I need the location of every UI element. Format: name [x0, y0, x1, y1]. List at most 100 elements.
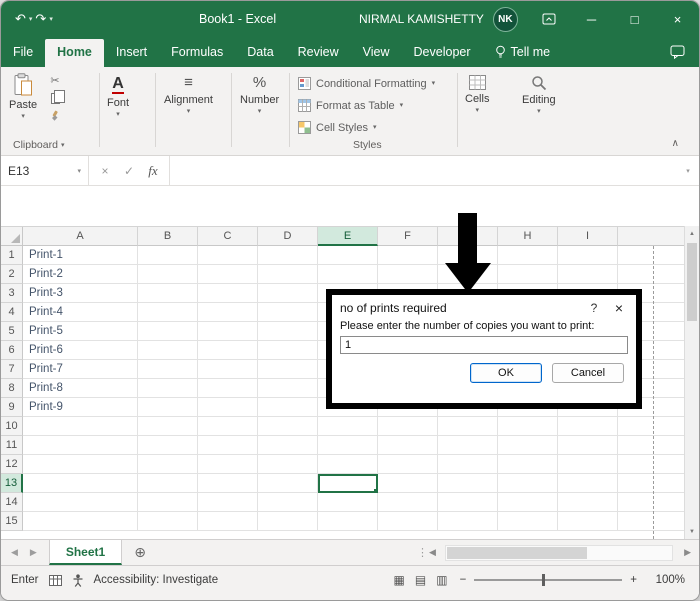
zoom-out-icon[interactable]: −	[460, 574, 467, 586]
cells-group-button[interactable]: Cells ▾	[465, 75, 489, 113]
cell-C3[interactable]	[198, 284, 258, 303]
hscroll-left-icon[interactable]: ◀	[429, 547, 436, 558]
tab-file[interactable]: File	[1, 39, 45, 67]
tab-tell-me[interactable]: Tell me	[483, 39, 563, 67]
tab-scroll-divider-icon[interactable]: ⋮	[417, 546, 428, 559]
cell-C6[interactable]	[198, 341, 258, 360]
dialog-close-icon[interactable]: ×	[606, 300, 632, 316]
minimize-button[interactable]: ─	[570, 1, 613, 37]
ok-button[interactable]: OK	[470, 363, 542, 383]
cell-C9[interactable]	[198, 398, 258, 417]
insert-function-icon[interactable]: fx	[141, 163, 165, 179]
row-header-9[interactable]: 9	[1, 398, 23, 417]
cell-I1[interactable]	[558, 246, 618, 265]
zoom-slider-thumb[interactable]	[542, 574, 545, 586]
cell-I2[interactable]	[558, 265, 618, 284]
horizontal-scrollbar-thumb[interactable]	[447, 547, 587, 559]
tab-data[interactable]: Data	[235, 39, 285, 67]
row-header-11[interactable]: 11	[1, 436, 23, 455]
row-header-2[interactable]: 2	[1, 265, 23, 284]
zoom-in-icon[interactable]: +	[630, 574, 637, 586]
cell-A10[interactable]	[23, 417, 138, 436]
cell-D1[interactable]	[258, 246, 318, 265]
cell-D8[interactable]	[258, 379, 318, 398]
vertical-scrollbar-thumb[interactable]	[687, 243, 697, 321]
paste-dropdown-icon[interactable]: ▾	[21, 114, 25, 119]
cell-A13[interactable]	[23, 474, 138, 493]
cell-E10[interactable]	[318, 417, 378, 436]
sheet-nav-right-icon[interactable]: ▶	[30, 547, 37, 558]
cell-F12[interactable]	[378, 455, 438, 474]
tab-home[interactable]: Home	[45, 39, 104, 67]
cell-C1[interactable]	[198, 246, 258, 265]
cell-B1[interactable]	[138, 246, 198, 265]
cell-H14[interactable]	[498, 493, 558, 512]
cell-G11[interactable]	[438, 436, 498, 455]
cell-H11[interactable]	[498, 436, 558, 455]
format-painter-icon[interactable]	[49, 110, 61, 122]
clipboard-dialog-launcher-icon[interactable]: ▾	[61, 143, 65, 148]
cell-A7[interactable]: Print-7	[23, 360, 138, 379]
row-header-13[interactable]: 13	[1, 474, 23, 493]
cell-B11[interactable]	[138, 436, 198, 455]
cell-E1[interactable]	[318, 246, 378, 265]
zoom-slider[interactable]	[474, 579, 622, 581]
cell-A9[interactable]: Print-9	[23, 398, 138, 417]
maximize-button[interactable]: □	[613, 1, 656, 37]
cell-E13[interactable]	[318, 474, 378, 493]
tab-view[interactable]: View	[351, 39, 402, 67]
cell-C7[interactable]	[198, 360, 258, 379]
cell-D7[interactable]	[258, 360, 318, 379]
column-header-C[interactable]: C	[198, 227, 258, 246]
cell-B7[interactable]	[138, 360, 198, 379]
page-break-view-icon[interactable]: ▥	[436, 573, 447, 587]
row-header-7[interactable]: 7	[1, 360, 23, 379]
sheet-nav-left-icon[interactable]: ◀	[11, 547, 18, 558]
tab-formulas[interactable]: Formulas	[159, 39, 235, 67]
qat-customize-icon[interactable]: ▾	[49, 15, 53, 23]
horizontal-scrollbar[interactable]	[445, 545, 673, 561]
cell-B3[interactable]	[138, 284, 198, 303]
copies-input[interactable]: 1	[340, 336, 628, 354]
cell-A5[interactable]: Print-5	[23, 322, 138, 341]
cell-D12[interactable]	[258, 455, 318, 474]
cell-G10[interactable]	[438, 417, 498, 436]
cell-F11[interactable]	[378, 436, 438, 455]
cell-I13[interactable]	[558, 474, 618, 493]
font-group-button[interactable]: A Font ▾	[107, 75, 129, 117]
redo-icon[interactable]: ↷	[35, 11, 46, 27]
cell-styles-button[interactable]: Cell Styles ▾	[298, 121, 376, 134]
conditional-formatting-button[interactable]: Conditional Formatting ▾	[298, 77, 435, 90]
cell-I14[interactable]	[558, 493, 618, 512]
cell-C11[interactable]	[198, 436, 258, 455]
row-header-3[interactable]: 3	[1, 284, 23, 303]
cell-A3[interactable]: Print-3	[23, 284, 138, 303]
row-header-14[interactable]: 14	[1, 493, 23, 512]
cell-I10[interactable]	[558, 417, 618, 436]
comments-icon[interactable]	[670, 45, 685, 67]
row-header-10[interactable]: 10	[1, 417, 23, 436]
cell-G12[interactable]	[438, 455, 498, 474]
cell-H10[interactable]	[498, 417, 558, 436]
close-button[interactable]: ×	[656, 1, 699, 37]
name-box[interactable]: E13 ▾	[1, 156, 89, 185]
cell-F13[interactable]	[378, 474, 438, 493]
column-header-D[interactable]: D	[258, 227, 318, 246]
tab-insert[interactable]: Insert	[104, 39, 159, 67]
column-header-E[interactable]: E	[318, 227, 378, 246]
cell-H1[interactable]	[498, 246, 558, 265]
avatar[interactable]: NK	[493, 7, 518, 32]
paste-button[interactable]: Paste ▾	[9, 73, 37, 119]
fill-handle[interactable]	[373, 488, 378, 493]
cell-C13[interactable]	[198, 474, 258, 493]
tab-developer[interactable]: Developer	[402, 39, 483, 67]
column-header-B[interactable]: B	[138, 227, 198, 246]
row-header-6[interactable]: 6	[1, 341, 23, 360]
cell-H2[interactable]	[498, 265, 558, 284]
cell-G13[interactable]	[438, 474, 498, 493]
formula-input[interactable]	[170, 156, 677, 185]
cell-A6[interactable]: Print-6	[23, 341, 138, 360]
editing-group-button[interactable]: Editing ▾	[522, 75, 556, 114]
cell-F2[interactable]	[378, 265, 438, 284]
cell-B9[interactable]	[138, 398, 198, 417]
